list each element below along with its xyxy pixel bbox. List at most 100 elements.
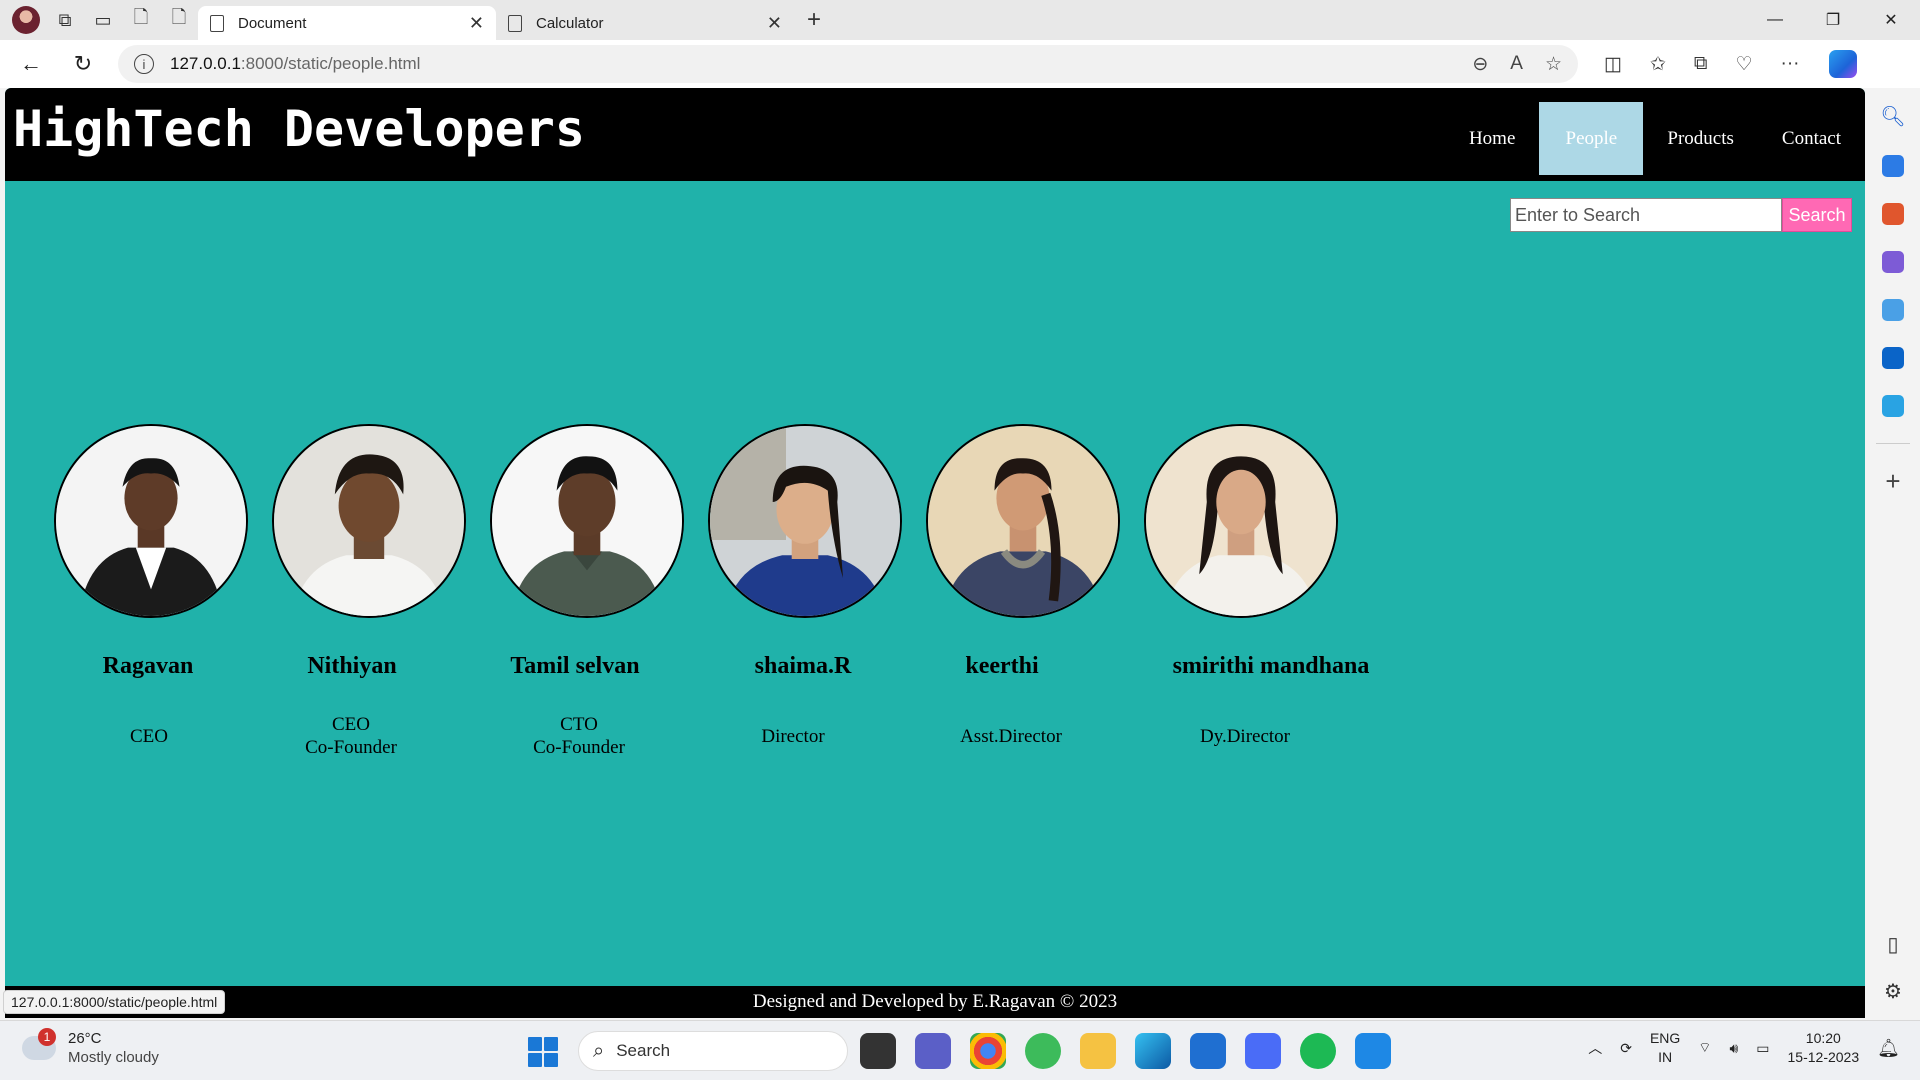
role-line: Asst.Director	[960, 726, 1062, 747]
person-name: shaima.R	[754, 653, 852, 679]
read-aloud-icon[interactable]: A	[1510, 53, 1523, 76]
back-button[interactable]: ←	[10, 46, 52, 82]
task-view-icon[interactable]	[860, 1033, 896, 1069]
url-path: :8000/static/people.html	[240, 54, 421, 73]
restore-icon[interactable]: ❐	[1804, 0, 1862, 40]
vertical-tabs-icon[interactable]: ▭	[84, 4, 122, 36]
weather-condition: Mostly cloudy	[68, 1049, 159, 1066]
edge-icon[interactable]	[1135, 1033, 1171, 1069]
search-input[interactable]	[1510, 198, 1782, 232]
teams-icon[interactable]	[915, 1033, 951, 1069]
zoom-out-icon[interactable]: ⊖	[1472, 53, 1488, 76]
clock-date: 15-12-2023	[1787, 1049, 1860, 1065]
arc-icon[interactable]	[1245, 1033, 1281, 1069]
url-tools: ⊖ A ☆	[1472, 53, 1562, 76]
refresh-app-icon[interactable]	[1025, 1033, 1061, 1069]
favorite-star-icon[interactable]: ☆	[1545, 53, 1562, 76]
taskbar-search[interactable]: ⌕ Search	[578, 1031, 848, 1071]
vscode-icon[interactable]	[1355, 1033, 1391, 1069]
pinned-page-icon[interactable]: 🗋	[122, 4, 160, 36]
notification-badge: 1	[38, 1028, 56, 1046]
url-host: 127.0.0.1	[170, 54, 241, 73]
weather-widget[interactable]: 1 26°C Mostly cloudy	[22, 1028, 159, 1067]
spotify-icon[interactable]	[1300, 1033, 1336, 1069]
clock-time: 10:20	[1805, 1030, 1841, 1046]
person-role: CTO Co-Founder	[533, 713, 625, 759]
lang-line: ENG	[1649, 1030, 1681, 1046]
outlook-icon[interactable]	[1882, 347, 1904, 369]
chevron-up-icon[interactable]: ︿	[1588, 1038, 1602, 1058]
url-field[interactable]: i 127.0.0.1:8000/static/people.html ⊖ A …	[118, 45, 1578, 83]
close-icon[interactable]: ✕	[767, 13, 782, 34]
add-icon[interactable]: +	[1885, 468, 1900, 494]
person-name: smirithi mandhana	[1172, 653, 1370, 679]
page-icon	[210, 14, 224, 32]
address-toolbar: ← ↻ i 127.0.0.1:8000/static/people.html …	[0, 40, 1920, 88]
page-viewport: HighTech Developers Home People Products…	[5, 88, 1865, 1018]
profile-avatar[interactable]	[12, 6, 40, 34]
search-button[interactable]: Search	[1782, 198, 1852, 232]
person-role: Dy.Director	[1200, 725, 1290, 748]
role-line: Director	[761, 726, 825, 747]
tab-title: Document	[238, 14, 307, 32]
shopping-icon[interactable]	[1882, 155, 1904, 177]
close-icon[interactable]: ✕	[469, 13, 484, 34]
microsoft-365-icon[interactable]	[1882, 299, 1904, 321]
drop-icon[interactable]	[1882, 395, 1904, 417]
volume-icon[interactable]: 🔊︎	[1729, 1040, 1738, 1057]
tab-document[interactable]: Document ✕	[198, 6, 496, 40]
weather-text: 26°C Mostly cloudy	[68, 1029, 159, 1067]
clock[interactable]: 10:20 15-12-2023	[1788, 1029, 1860, 1067]
weather-temp: 26°C	[68, 1030, 102, 1047]
workspaces-icon[interactable]: ⧉	[46, 4, 84, 36]
person-name: Tamil selvan	[510, 653, 640, 679]
settings-icon[interactable]: ⚙	[1884, 979, 1902, 1004]
more-menu-icon[interactable]: ···	[1781, 53, 1800, 76]
tab-calculator[interactable]: Calculator ✕	[496, 6, 794, 40]
close-window-icon[interactable]: ✕	[1862, 0, 1920, 40]
wifi-icon[interactable]: ⌔	[1698, 1039, 1711, 1057]
notification-bell-icon[interactable]: 🔔︎	[1877, 1038, 1900, 1059]
site-nav: Home People Products Contact	[1445, 102, 1865, 175]
nav-people[interactable]: People	[1539, 102, 1644, 175]
window-controls: — ❐ ✕	[1746, 0, 1920, 40]
games-icon[interactable]	[1882, 251, 1904, 273]
collections-icon[interactable]: ⧉	[1694, 53, 1708, 76]
person-photo	[54, 424, 248, 618]
role-line: Co-Founder	[533, 737, 625, 758]
person-role: Asst.Director	[960, 725, 1062, 748]
hide-sidebar-icon[interactable]: ▯	[1887, 932, 1898, 957]
person-role: Director	[761, 725, 824, 748]
browser-essentials-icon[interactable]: ♡	[1735, 53, 1752, 76]
chrome-icon[interactable]	[970, 1033, 1006, 1069]
language-indicator[interactable]: ENG IN	[1650, 1029, 1680, 1067]
tab-title: Calculator	[536, 14, 604, 32]
store-icon[interactable]	[1190, 1033, 1226, 1069]
file-explorer-icon[interactable]	[1080, 1033, 1116, 1069]
split-screen-icon[interactable]: ◫	[1604, 53, 1622, 76]
site-footer: Designed and Developed by E.Ragavan © 20…	[5, 986, 1865, 1018]
battery-icon[interactable]: ▭	[1756, 1040, 1769, 1057]
search-form: Search	[1510, 198, 1852, 232]
tools-icon[interactable]	[1882, 203, 1904, 225]
search-icon[interactable]: 🔍︎	[1880, 104, 1905, 129]
taskbar-search-label: Search	[616, 1041, 671, 1060]
pinned-page-icon[interactable]: 🗋	[160, 4, 198, 36]
person-photo	[490, 424, 684, 618]
nav-products[interactable]: Products	[1643, 102, 1758, 175]
nav-home[interactable]: Home	[1445, 102, 1539, 175]
person-photo	[272, 424, 466, 618]
nav-contact[interactable]: Contact	[1758, 102, 1865, 175]
site-info-icon[interactable]: i	[134, 54, 154, 74]
page-icon	[508, 14, 522, 32]
copilot-icon[interactable]	[1829, 50, 1858, 78]
sync-icon[interactable]: ⟳	[1620, 1040, 1632, 1057]
favorites-icon[interactable]: ✩	[1650, 53, 1666, 76]
start-button[interactable]	[528, 1037, 558, 1067]
refresh-button[interactable]: ↻	[62, 46, 104, 82]
person-photo	[708, 424, 902, 618]
person-name: Nithiyan	[307, 653, 397, 679]
minimize-icon[interactable]: —	[1746, 0, 1804, 40]
divider	[1876, 443, 1910, 444]
new-tab-button[interactable]: +	[794, 6, 834, 34]
